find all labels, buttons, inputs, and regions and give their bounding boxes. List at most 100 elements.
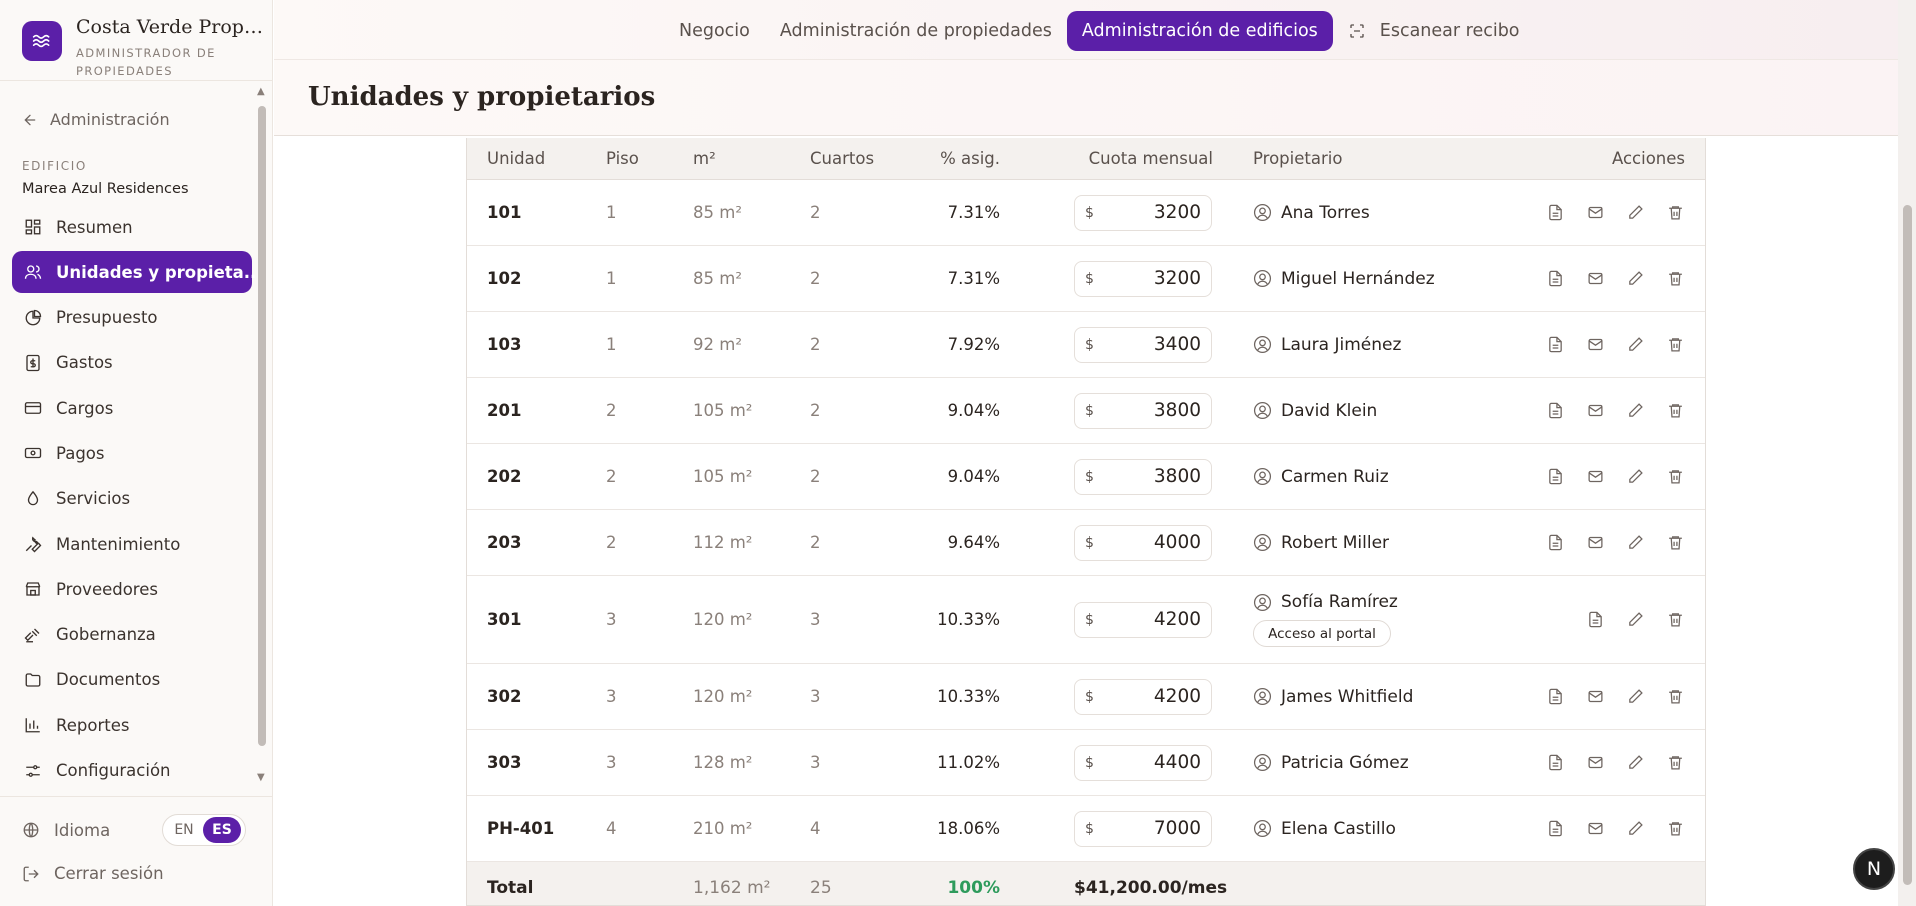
sidebar-item-servicios[interactable]: Servicios <box>12 478 252 520</box>
mail-icon[interactable] <box>1587 336 1605 354</box>
lang-en-button[interactable]: EN <box>165 817 203 843</box>
cell-cuota: $3200 <box>1074 194 1212 231</box>
user-circle-icon <box>1253 819 1272 838</box>
tab-administracion-edificios[interactable]: Administración de edificios <box>1066 11 1333 51</box>
sidebar-item-documentos[interactable]: Documentos <box>12 659 252 701</box>
currency-symbol: $ <box>1085 336 1094 353</box>
owner-link[interactable]: Patricia Gómez <box>1253 753 1409 773</box>
monthly-fee-input[interactable]: $3200 <box>1074 260 1212 297</box>
sidebar-item-pagos[interactable]: Pagos <box>12 432 252 474</box>
cell-unit: 101 <box>487 203 522 222</box>
owner-link[interactable]: James Whitfield <box>1253 687 1413 707</box>
mail-icon[interactable] <box>1587 754 1605 772</box>
scroll-up-icon[interactable]: ▲ <box>257 86 265 97</box>
document-icon[interactable] <box>1547 204 1565 222</box>
banknote-icon <box>24 448 42 459</box>
edit-pencil-icon[interactable] <box>1627 270 1645 288</box>
trash-icon[interactable] <box>1667 534 1685 552</box>
edit-pencil-icon[interactable] <box>1627 754 1645 772</box>
trash-icon[interactable] <box>1667 336 1685 354</box>
mail-icon[interactable] <box>1587 534 1605 552</box>
page-scroll-thumb[interactable] <box>1903 205 1912 885</box>
owner-link[interactable]: Miguel Hernández <box>1253 269 1435 289</box>
cell-piso: 1 <box>606 203 617 222</box>
logout-button[interactable]: Cerrar sesión <box>22 864 164 883</box>
trash-icon[interactable] <box>1667 270 1685 288</box>
monthly-fee-value: 4200 <box>1153 686 1201 707</box>
tab-negocio[interactable]: Negocio <box>664 11 765 51</box>
portal-access-button[interactable]: Acceso al portal <box>1253 620 1391 647</box>
back-to-admin-link[interactable]: Administración <box>22 110 170 129</box>
assistant-avatar-button[interactable]: N <box>1853 848 1895 890</box>
brand[interactable]: Costa Verde Proper... ADMINISTRADOR DE P… <box>22 16 266 78</box>
document-icon[interactable] <box>1547 336 1565 354</box>
owner-link[interactable]: Robert Miller <box>1253 533 1389 553</box>
sidebar-item-resumen[interactable]: Resumen <box>12 206 252 248</box>
document-icon[interactable] <box>1547 534 1565 552</box>
monthly-fee-input[interactable]: $7000 <box>1074 810 1212 847</box>
tab-escanear-recibo[interactable]: Escanear recibo <box>1333 11 1535 51</box>
monthly-fee-input[interactable]: $3400 <box>1074 326 1212 363</box>
monthly-fee-input[interactable]: $4200 <box>1074 601 1212 638</box>
tab-administracion-propiedades[interactable]: Administración de propiedades <box>765 11 1067 51</box>
monthly-fee-input[interactable]: $4000 <box>1074 524 1212 561</box>
monthly-fee-input[interactable]: $3800 <box>1074 392 1212 429</box>
edit-pencil-icon[interactable] <box>1627 688 1645 706</box>
edit-pencil-icon[interactable] <box>1627 204 1645 222</box>
owner-link[interactable]: Sofía Ramírez <box>1253 592 1398 612</box>
document-icon[interactable] <box>1587 611 1605 629</box>
edit-pencil-icon[interactable] <box>1627 820 1645 838</box>
owner-link[interactable]: Laura Jiménez <box>1253 335 1401 355</box>
mail-icon[interactable] <box>1587 270 1605 288</box>
page-scrollbar[interactable] <box>1898 0 1916 906</box>
mail-icon[interactable] <box>1587 688 1605 706</box>
document-icon[interactable] <box>1547 820 1565 838</box>
total-cuartos: 25 <box>810 878 832 898</box>
edit-pencil-icon[interactable] <box>1627 468 1645 486</box>
trash-icon[interactable] <box>1667 204 1685 222</box>
mail-icon[interactable] <box>1587 468 1605 486</box>
owner-link[interactable]: Carmen Ruiz <box>1253 467 1389 487</box>
trash-icon[interactable] <box>1667 754 1685 772</box>
cell-piso: 4 <box>606 819 617 838</box>
monthly-fee-input[interactable]: $3200 <box>1074 194 1212 231</box>
edit-pencil-icon[interactable] <box>1627 336 1645 354</box>
receipt-icon <box>26 354 40 372</box>
mail-icon[interactable] <box>1587 402 1605 420</box>
edit-pencil-icon[interactable] <box>1627 611 1645 629</box>
trash-icon[interactable] <box>1667 468 1685 486</box>
edit-pencil-icon[interactable] <box>1627 534 1645 552</box>
sidebar-item-unidades[interactable]: Unidades y propieta... <box>12 251 263 294</box>
owner-link[interactable]: Ana Torres <box>1253 203 1370 223</box>
owner-link[interactable]: Elena Castillo <box>1253 819 1396 839</box>
document-icon[interactable] <box>1547 402 1565 420</box>
mail-icon[interactable] <box>1587 204 1605 222</box>
monthly-fee-input[interactable]: $4400 <box>1074 744 1212 781</box>
trash-icon[interactable] <box>1667 820 1685 838</box>
document-icon[interactable] <box>1547 270 1565 288</box>
monthly-fee-input[interactable]: $4200 <box>1074 678 1212 715</box>
trash-icon[interactable] <box>1667 611 1685 629</box>
trash-icon[interactable] <box>1667 688 1685 706</box>
edit-pencil-icon[interactable] <box>1627 402 1645 420</box>
sidebar-item-reportes[interactable]: Reportes <box>12 704 252 746</box>
mail-icon[interactable] <box>1587 820 1605 838</box>
cell-m2: 85 m² <box>693 269 742 288</box>
document-icon[interactable] <box>1547 688 1565 706</box>
sidebar-item-mantenimiento[interactable]: Mantenimiento <box>12 523 252 565</box>
sidebar-scroll-thumb[interactable] <box>258 106 266 746</box>
lang-es-button[interactable]: ES <box>203 817 241 843</box>
sidebar-item-cargos[interactable]: Cargos <box>12 387 252 429</box>
sidebar-item-configuracion[interactable]: Configuración <box>12 750 252 792</box>
trash-icon[interactable] <box>1667 402 1685 420</box>
owner-link[interactable]: David Klein <box>1253 401 1377 421</box>
document-icon[interactable] <box>1547 468 1565 486</box>
sidebar-item-gobernanza[interactable]: Gobernanza <box>12 614 252 656</box>
monthly-fee-input[interactable]: $3800 <box>1074 458 1212 495</box>
sidebar-scrollbar[interactable]: ▲ ▼ <box>255 86 269 786</box>
sidebar-item-proveedores[interactable]: Proveedores <box>12 568 252 610</box>
sidebar-item-gastos[interactable]: Gastos <box>12 342 252 384</box>
sidebar-item-presupuesto[interactable]: Presupuesto <box>12 297 252 339</box>
document-icon[interactable] <box>1547 754 1565 772</box>
scroll-down-icon[interactable]: ▼ <box>257 772 265 783</box>
